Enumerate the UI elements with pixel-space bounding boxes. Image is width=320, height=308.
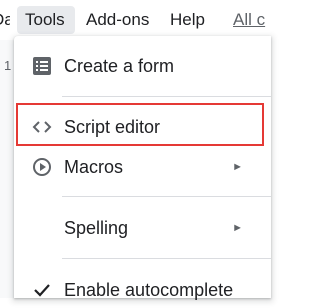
row-number: 1 <box>4 58 12 73</box>
menu-addons[interactable]: Add-ons <box>86 6 149 34</box>
play-circle-icon <box>30 155 54 179</box>
sheet-row-header <box>0 40 15 298</box>
menu-divider <box>62 196 271 197</box>
menu-bar: Data Tools Add-ons Help All c <box>0 0 271 40</box>
menu-item-label: Macros <box>64 157 124 177</box>
submenu-arrow-icon: ► <box>232 161 243 173</box>
menu-data[interactable]: Data <box>0 6 10 34</box>
menu-item-create-form[interactable]: Create a form <box>14 48 271 84</box>
submenu-arrow-icon: ► <box>232 222 243 234</box>
menu-help[interactable]: Help <box>170 6 205 34</box>
menu-item-enable-autocomplete[interactable]: Enable autocomplete <box>14 272 271 308</box>
menu-item-label: Create a form <box>64 56 175 76</box>
menu-item-label: Spelling <box>64 218 129 238</box>
highlight-box <box>16 103 264 146</box>
check-icon <box>30 278 54 302</box>
menu-tools[interactable]: Tools <box>17 6 75 34</box>
menu-item-spelling[interactable]: Spelling ► <box>14 210 271 246</box>
menu-item-label: Enable autocomplete <box>64 280 234 300</box>
menu-divider <box>62 96 271 97</box>
all-changes-saved-link[interactable]: All c <box>233 6 271 34</box>
tools-dropdown-menu: Create a form Script editor Macros ► Spe… <box>14 36 271 300</box>
menu-item-macros[interactable]: Macros ► <box>14 149 271 185</box>
form-icon <box>30 54 54 78</box>
menu-divider <box>62 258 271 259</box>
